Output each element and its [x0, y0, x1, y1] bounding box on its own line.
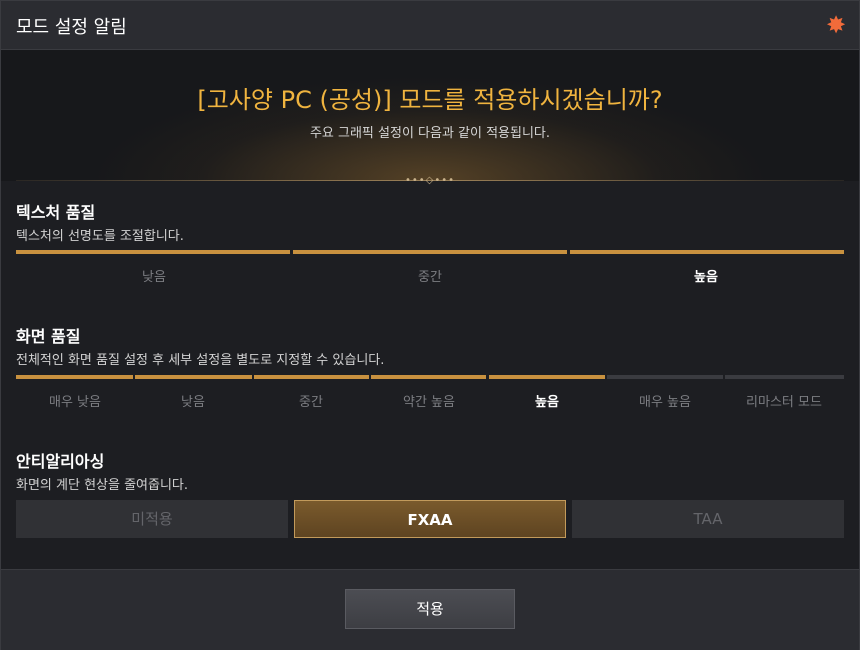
texture-option-medium[interactable]: 중간 — [292, 266, 568, 285]
texture-slider-segment[interactable] — [570, 250, 844, 254]
screen-option-very-high[interactable]: 매우 높음 — [606, 391, 724, 410]
texture-option-low[interactable]: 낮음 — [16, 266, 292, 285]
confirmation-header: [고사양 PC (공성)] 모드를 적용하시겠습니까? 주요 그래픽 설정이 다… — [1, 50, 859, 186]
aa-option-none[interactable]: 미적용 — [16, 500, 288, 538]
title-bar: 모드 설정 알림 ✸ — [1, 1, 859, 50]
divider-ornament-icon: •••◇••• — [404, 175, 456, 186]
texture-slider-segment[interactable] — [16, 250, 290, 254]
anti-aliasing-options: 미적용 FXAA TAA — [16, 500, 844, 540]
screen-quality-desc: 전체적인 화면 품질 설정 후 세부 설정을 별도로 지정할 수 있습니다. — [16, 353, 385, 368]
screen-slider-segment[interactable] — [725, 375, 844, 379]
texture-quality-desc: 텍스처의 선명도를 조절합니다. — [16, 229, 184, 244]
starfish-close-icon[interactable]: ✸ — [823, 12, 849, 38]
screen-option-very-low[interactable]: 매우 낮음 — [16, 391, 134, 410]
texture-quality-title: 텍스처 품질 — [16, 203, 96, 222]
screen-slider-segment[interactable] — [371, 375, 486, 379]
screen-option-remaster[interactable]: 리마스터 모드 — [724, 391, 844, 410]
screen-slider-segment[interactable] — [254, 375, 369, 379]
dialog-footer: 적용 — [1, 569, 859, 650]
anti-aliasing-title: 안티알리아싱 — [16, 452, 105, 471]
screen-slider-segment[interactable] — [16, 375, 133, 379]
texture-quality-section: 텍스처 품질 텍스처의 선명도를 조절합니다. 낮음 중간 높음 — [16, 199, 844, 289]
screen-option-slightly-high[interactable]: 약간 높음 — [370, 391, 488, 410]
screen-option-high[interactable]: 높음 — [488, 391, 606, 410]
screen-option-low[interactable]: 낮음 — [134, 391, 252, 410]
screen-quality-slider[interactable] — [16, 375, 844, 380]
texture-slider-segment[interactable] — [293, 250, 567, 254]
screen-slider-segment[interactable] — [489, 375, 605, 379]
apply-button[interactable]: 적용 — [345, 589, 515, 629]
confirmation-question: [고사양 PC (공성)] 모드를 적용하시겠습니까? — [197, 86, 663, 114]
mode-settings-dialog: 모드 설정 알림 ✸ [고사양 PC (공성)] 모드를 적용하시겠습니까? 주… — [0, 0, 860, 650]
aa-option-fxaa[interactable]: FXAA — [294, 500, 566, 538]
screen-quality-section: 화면 품질 전체적인 화면 품질 설정 후 세부 설정을 별도로 지정할 수 있… — [16, 323, 844, 413]
screen-slider-segment[interactable] — [135, 375, 252, 379]
anti-aliasing-desc: 화면의 계단 현상을 줄여줍니다. — [16, 478, 189, 493]
confirmation-subtext: 주요 그래픽 설정이 다음과 같이 적용됩니다. — [309, 126, 551, 141]
screen-slider-segment[interactable] — [607, 375, 723, 379]
aa-option-taa[interactable]: TAA — [572, 500, 844, 538]
texture-quality-slider[interactable] — [16, 250, 844, 255]
screen-option-medium[interactable]: 중간 — [252, 391, 370, 410]
texture-option-high[interactable]: 높음 — [568, 266, 844, 285]
screen-quality-title: 화면 품질 — [16, 327, 81, 346]
anti-aliasing-section: 안티알리아싱 화면의 계단 현상을 줄여줍니다. 미적용 FXAA TAA — [16, 448, 844, 540]
dialog-title: 모드 설정 알림 — [16, 17, 127, 38]
